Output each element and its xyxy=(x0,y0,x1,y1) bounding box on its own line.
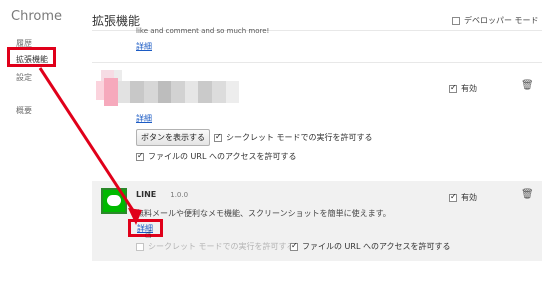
annotation-arrow xyxy=(38,67,142,225)
